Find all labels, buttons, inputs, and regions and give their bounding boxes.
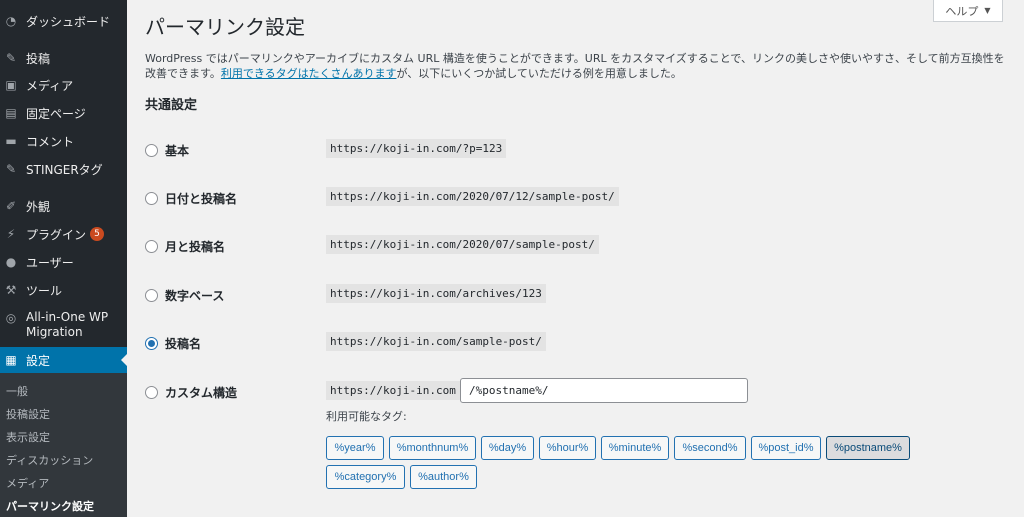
menu-item-label: All-in-One WP Migration xyxy=(26,310,109,339)
menu-item-media[interactable]: ▣ メディア xyxy=(0,72,127,98)
intro-text-after: が、以下にいくつか試していただける例を用意しました。 xyxy=(396,67,682,80)
tag-button-postname[interactable]: %postname% xyxy=(826,436,910,460)
tag-button-monthnum[interactable]: %monthnum% xyxy=(389,436,476,460)
example-url: https://koji-in.com/2020/07/sample-post/ xyxy=(326,235,599,254)
menu-item-stinger-tags[interactable]: ✎ STINGERタグ xyxy=(0,156,127,182)
option-month-and-name[interactable]: 月と投稿名 xyxy=(145,238,225,255)
radio-button[interactable] xyxy=(145,144,158,157)
pin-icon: ✎ xyxy=(5,51,17,65)
radio-button[interactable] xyxy=(145,386,158,399)
tag-button-second[interactable]: %second% xyxy=(674,436,746,460)
menu-item-all-in-one-migration[interactable]: ◎ All-in-One WP Migration xyxy=(0,310,127,344)
radio-button-checked[interactable] xyxy=(145,337,158,350)
menu-item-dashboard[interactable]: ◔ ダッシュボード xyxy=(0,8,127,34)
wrench-icon: ⚒ xyxy=(5,283,17,297)
menu-item-appearance[interactable]: ✐ 外観 xyxy=(0,193,127,219)
option-plain[interactable]: 基本 xyxy=(145,142,189,159)
menu-item-posts[interactable]: ✎ 投稿 xyxy=(0,45,127,71)
brush-icon: ✐ xyxy=(5,199,17,213)
option-label: 数字ベース xyxy=(165,289,225,303)
page-icon: ▤ xyxy=(5,106,17,120)
example-url: https://koji-in.com/archives/123 xyxy=(326,284,546,303)
current-menu-arrow xyxy=(121,353,128,367)
submenu-item-reading[interactable]: 表示設定 xyxy=(6,429,50,445)
menu-item-label: ツール xyxy=(26,283,63,298)
comment-icon: ▬ xyxy=(5,134,17,148)
update-count-badge: 5 xyxy=(90,227,105,241)
option-custom-structure[interactable]: カスタム構造 xyxy=(145,384,237,401)
settings-submenu: 一般 投稿設定 表示設定 ディスカッション メディア パーマリンク設定 xyxy=(0,373,127,517)
available-tags-link[interactable]: 利用できるタグはたくさんあります xyxy=(221,67,397,80)
dashboard-icon: ◔ xyxy=(5,14,17,28)
submenu-item-general[interactable]: 一般 xyxy=(6,383,28,399)
radio-button[interactable] xyxy=(145,192,158,205)
example-url: https://koji-in.com/2020/07/12/sample-po… xyxy=(326,187,619,206)
common-settings-heading: 共通設定 xyxy=(145,98,198,113)
example-url: https://koji-in.com/sample-post/ xyxy=(326,332,546,351)
menu-item-users[interactable]: ● ユーザー xyxy=(0,249,127,275)
page-title: パーマリンク設定 xyxy=(145,15,305,39)
menu-item-label: STINGERタグ xyxy=(26,162,103,177)
menu-item-label: 設定 xyxy=(26,353,51,368)
menu-item-comments[interactable]: ▬ コメント xyxy=(0,128,127,154)
option-label: 日付と投稿名 xyxy=(165,192,238,206)
admin-sidebar: ◔ ダッシュボード ✎ 投稿 ▣ メディア ▤ 固定ページ ▬ コメント ✎ S… xyxy=(0,0,128,517)
menu-item-label: ユーザー xyxy=(26,255,74,270)
tag-button-hour[interactable]: %hour% xyxy=(539,436,596,460)
tag-button-category[interactable]: %category% xyxy=(326,465,405,489)
submenu-item-writing[interactable]: 投稿設定 xyxy=(6,406,50,422)
help-label: ヘルプ xyxy=(945,4,979,18)
example-url: https://koji-in.com/?p=123 xyxy=(326,139,507,158)
intro-text: WordPress ではパーマリンクやアーカイブにカスタム URL 構造を使うこ… xyxy=(145,51,1009,81)
menu-item-label: コメント xyxy=(26,134,75,149)
tag-button-year[interactable]: %year% xyxy=(326,436,384,460)
migration-icon: ◎ xyxy=(5,311,17,325)
menu-item-label: 投稿 xyxy=(26,51,51,66)
caret-down-icon: ▼ xyxy=(984,6,991,15)
option-label: 投稿名 xyxy=(165,337,202,351)
user-icon: ● xyxy=(5,255,17,269)
pin-icon: ✎ xyxy=(5,162,17,176)
tag-button-post-id[interactable]: %post_id% xyxy=(751,436,821,460)
media-icon: ▣ xyxy=(5,78,17,92)
settings-icon: ▦ xyxy=(5,353,17,367)
option-day-and-name[interactable]: 日付と投稿名 xyxy=(145,190,237,207)
custom-structure-input[interactable]: /%postname%/ xyxy=(460,378,748,403)
option-post-name[interactable]: 投稿名 xyxy=(145,335,201,352)
custom-base-url: https://koji-in.com xyxy=(326,381,460,400)
menu-item-label: ダッシュボード xyxy=(26,14,111,29)
tag-button-day[interactable]: %day% xyxy=(481,436,534,460)
available-tags-label: 利用可能なタグ: xyxy=(326,410,407,423)
menu-item-label: 固定ページ xyxy=(26,106,86,121)
menu-item-tools[interactable]: ⚒ ツール xyxy=(0,277,127,303)
menu-item-settings[interactable]: ▦ 設定 xyxy=(0,347,128,373)
menu-item-label: プラグイン xyxy=(26,227,87,242)
menu-item-plugins[interactable]: ⚡ プラグイン 5 xyxy=(0,221,127,247)
plugin-icon: ⚡ xyxy=(6,227,16,241)
option-label: カスタム構造 xyxy=(165,386,238,400)
submenu-item-permalinks[interactable]: パーマリンク設定 xyxy=(6,498,94,514)
submenu-item-discussion[interactable]: ディスカッション xyxy=(6,452,93,468)
option-numeric[interactable]: 数字ベース xyxy=(145,287,224,304)
tag-button-minute[interactable]: %minute% xyxy=(601,436,669,460)
radio-button[interactable] xyxy=(145,289,158,302)
menu-item-label: メディア xyxy=(26,78,74,93)
menu-item-pages[interactable]: ▤ 固定ページ xyxy=(0,100,127,126)
help-button[interactable]: ヘルプ ▼ xyxy=(933,0,1003,22)
option-label: 基本 xyxy=(165,144,190,158)
submenu-item-media[interactable]: メディア xyxy=(6,475,49,491)
menu-item-label: 外観 xyxy=(26,199,51,214)
radio-button[interactable] xyxy=(145,240,158,253)
tag-button-author[interactable]: %author% xyxy=(410,465,477,489)
option-label: 月と投稿名 xyxy=(165,240,226,254)
